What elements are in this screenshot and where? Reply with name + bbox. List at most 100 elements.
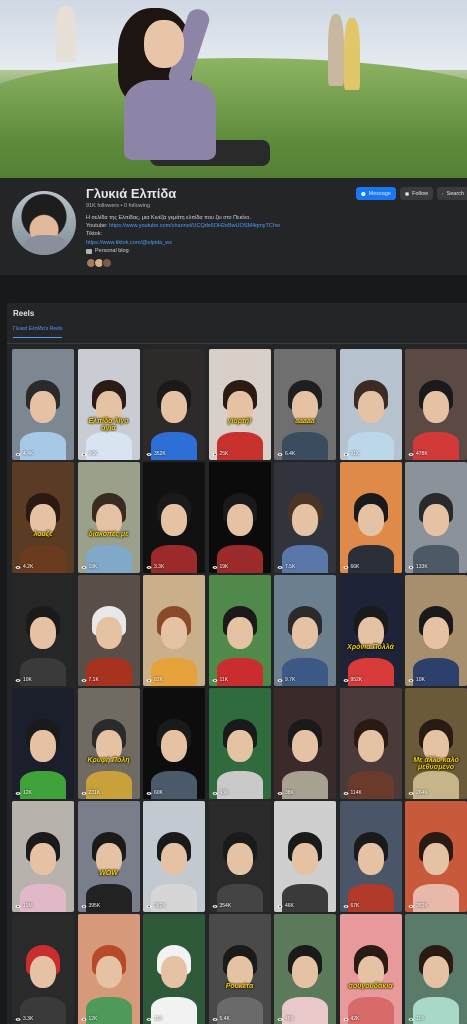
reel-tile[interactable]: Ελπίδα λίγο αγία 96K: [77, 349, 140, 460]
play-icon: [81, 1017, 86, 1021]
category: Personal blog: [86, 248, 129, 254]
reel-tile[interactable]: 12K: [77, 914, 140, 1024]
reel-caption: λουζε: [33, 530, 53, 538]
follow-button[interactable]: Follow: [400, 187, 433, 200]
reel-tile[interactable]: 67K: [339, 801, 402, 912]
messenger-icon: [361, 191, 366, 196]
reel-tile[interactable]: 9.7K: [274, 575, 336, 686]
reel-tile[interactable]: 11K: [208, 575, 271, 686]
play-icon: [146, 452, 152, 456]
reel-tile[interactable]: 19K: [208, 462, 271, 573]
reel-tile[interactable]: 11K: [143, 914, 205, 1024]
reel-tile[interactable]: λουζε 4.2K: [12, 462, 74, 573]
play-icon: [212, 452, 217, 456]
play-icon: [343, 452, 348, 456]
reel-view-count: 46K: [277, 903, 294, 909]
reel-view-count: 42K: [343, 1016, 359, 1022]
friend-avatar[interactable]: [102, 258, 112, 268]
search-button[interactable]: Search: [437, 187, 467, 200]
reel-caption: WOW: [99, 869, 118, 877]
reel-view-count: 4.4K: [15, 451, 33, 457]
reel-view-count: 19K: [212, 564, 228, 570]
reel-tile[interactable]: 354K: [208, 801, 271, 912]
reel-view-count: 952K: [343, 677, 362, 683]
reel-view-count: 18K: [81, 564, 97, 570]
play-icon: [146, 1017, 152, 1021]
reel-tile[interactable]: 478K: [405, 349, 467, 460]
reel-tile[interactable]: Κρυφή Πόλη 231K: [77, 688, 140, 799]
reel-view-count: 43K: [212, 790, 228, 796]
play-icon: [408, 904, 414, 908]
reel-tile[interactable]: 7.1K: [77, 575, 140, 686]
youtube-link[interactable]: https://www.youtube.com/channel/UCQdx6OH…: [109, 223, 280, 229]
reel-view-count: 354K: [212, 903, 231, 909]
reel-tile[interactable]: WOW 395K: [77, 801, 140, 912]
reel-tile[interactable]: 4.4K: [12, 349, 74, 460]
reel-view-count: 38K: [277, 790, 294, 796]
message-button[interactable]: Message: [356, 187, 396, 200]
reel-tile[interactable]: 133K: [405, 462, 467, 573]
reel-tile[interactable]: 114K: [339, 688, 402, 799]
reel-tile[interactable]: 381K: [143, 801, 205, 912]
avatar[interactable]: [10, 189, 78, 257]
reel-view-count: 96K: [81, 451, 97, 457]
play-icon: [146, 678, 152, 682]
reel-view-count: 10K: [408, 677, 425, 683]
play-icon: [15, 565, 21, 569]
play-icon: [408, 791, 414, 795]
play-icon: [277, 678, 283, 682]
reel-tile[interactable]: aaaaa 6.4K: [274, 349, 336, 460]
reel-tile[interactable]: Ρουκέτα 5.4K: [208, 914, 271, 1024]
reel-tile[interactable]: 82K: [143, 575, 205, 686]
briefcase-icon: [86, 248, 92, 254]
tiktok-link[interactable]: https://www.tiktok.com/@elpida_ws: [86, 239, 356, 247]
reel-tile[interactable]: 10K: [12, 575, 74, 686]
reel-view-count: 12K: [81, 1016, 97, 1022]
tab-reels[interactable]: Γλυκιά Ελπίδα's Reels: [13, 326, 63, 338]
reel-tile[interactable]: 66K: [339, 462, 402, 573]
divider: [7, 343, 467, 344]
play-icon: [408, 1017, 414, 1021]
reel-tile[interactable]: 3.3K: [143, 462, 205, 573]
reel-tile[interactable]: διακοπές με 18K: [77, 462, 140, 573]
reel-view-count: 381K: [146, 903, 166, 909]
reel-tile[interactable]: 91K: [339, 349, 402, 460]
reel-tile[interactable]: 43K: [208, 688, 271, 799]
reel-tile[interactable]: 19M: [12, 801, 74, 912]
reel-tile[interactable]: 352K: [143, 349, 205, 460]
reel-tile[interactable]: 38K: [274, 688, 336, 799]
reel-view-count: 12K: [15, 790, 32, 796]
reel-view-count: 6.4K: [277, 451, 295, 457]
reel-caption: Με άλλο καλό μεθυσμένο: [413, 756, 459, 771]
reel-tile[interactable]: 11K: [405, 914, 467, 1024]
reel-view-count: 11K: [408, 1016, 425, 1022]
reel-view-count: 3.3K: [146, 564, 164, 570]
mutual-friends-avatars[interactable]: [86, 258, 112, 268]
cover-photo[interactable]: [0, 0, 467, 178]
reel-tile[interactable]: σουγουδάκια 42K: [339, 914, 402, 1024]
reel-tile[interactable]: Χρόνια Πολλά 952K: [339, 575, 402, 686]
reel-tile[interactable]: 46K: [274, 801, 336, 912]
reel-tile[interactable]: 10K: [405, 575, 467, 686]
reel-tile[interactable]: 48K: [274, 914, 336, 1024]
reel-tile[interactable]: 7.5K: [274, 462, 336, 573]
reel-view-count: 478K: [408, 451, 428, 457]
reel-tile[interactable]: 3.3K: [12, 914, 74, 1024]
reel-tile[interactable]: 60K: [143, 688, 205, 799]
reel-view-count: 9.7K: [277, 677, 295, 683]
play-icon: [343, 904, 348, 908]
reel-tile[interactable]: 353K: [405, 801, 467, 912]
reel-caption: Ρουκέτα: [225, 982, 254, 990]
reel-view-count: 66K: [343, 564, 359, 570]
play-icon: [343, 1017, 348, 1021]
reel-tile[interactable]: Με άλλο καλό μεθυσμένο 264K: [405, 688, 467, 799]
followers-count[interactable]: 91K followers • 0 following: [86, 203, 150, 209]
reel-tile[interactable]: 12K: [12, 688, 74, 799]
play-icon: [81, 452, 86, 456]
play-icon: [15, 1017, 21, 1021]
reel-view-count: 7.5K: [277, 564, 295, 570]
reel-tile[interactable]: γιορτή! 25K: [208, 349, 271, 460]
reel-view-count: 5.4K: [212, 1016, 230, 1022]
play-icon: [343, 791, 348, 795]
reel-view-count: 4.2K: [15, 564, 33, 570]
